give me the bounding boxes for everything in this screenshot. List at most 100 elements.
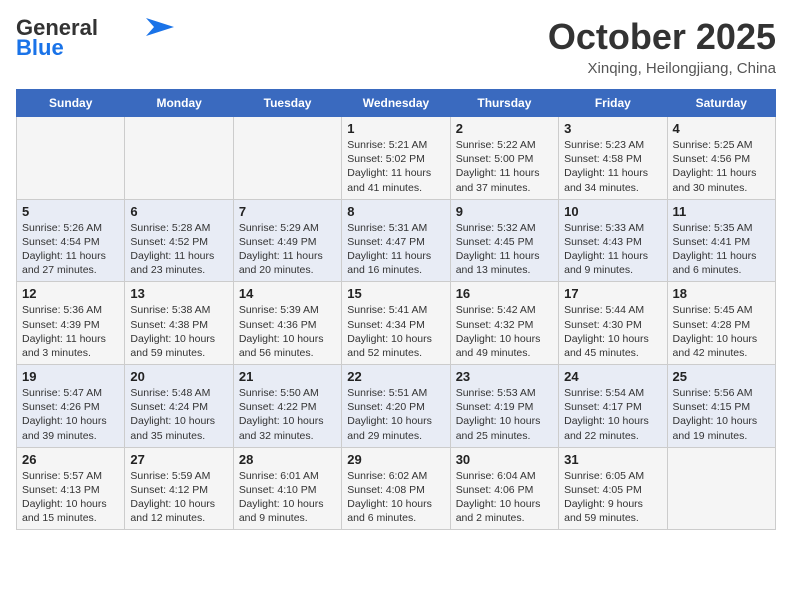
day-number: 25 [673,369,770,384]
day-number: 18 [673,286,770,301]
page-header: General Blue October 2025 Xinqing, Heilo… [16,16,776,77]
day-number: 30 [456,452,553,467]
day-info: Sunrise: 5:59 AM Sunset: 4:12 PM Dayligh… [130,469,227,526]
day-info: Sunrise: 5:53 AM Sunset: 4:19 PM Dayligh… [456,386,553,443]
day-info: Sunrise: 5:39 AM Sunset: 4:36 PM Dayligh… [239,303,336,360]
day-number: 6 [130,204,227,219]
calendar-cell: 13Sunrise: 5:38 AM Sunset: 4:38 PM Dayli… [125,282,233,365]
calendar-cell: 11 Sunrise: 5:35 AM Sunset: 4:41 PM Dayli… [667,199,775,282]
calendar-cell: 2 Sunrise: 5:22 AM Sunset: 5:00 PM Daylig… [450,117,558,200]
logo-icon [146,18,174,36]
day-number: 20 [130,369,227,384]
day-info: Sunrise: 5:31 AM Sunset: 4:47 PM Dayligh… [347,221,444,278]
calendar-week-row: 1 Sunrise: 5:21 AM Sunset: 5:02 PM Daylig… [17,117,776,200]
day-number: 15 [347,286,444,301]
day-number: 29 [347,452,444,467]
calendar-cell: 4Sunrise: 5:25 AM Sunset: 4:56 PM Daylig… [667,117,775,200]
calendar-week-row: 5 Sunrise: 5:26 AM Sunset: 4:54 PM Daylig… [17,199,776,282]
calendar-cell: 14 Sunrise: 5:39 AM Sunset: 4:36 PM Dayli… [233,282,341,365]
calendar-cell: 26Sunrise: 5:57 AM Sunset: 4:13 PM Dayli… [17,447,125,530]
day-number: 24 [564,369,661,384]
day-number: 3 [564,121,661,136]
day-number: 19 [22,369,119,384]
col-header-friday: Friday [559,90,667,117]
col-header-monday: Monday [125,90,233,117]
day-number: 8 [347,204,444,219]
day-number: 23 [456,369,553,384]
calendar-cell: 1 Sunrise: 5:21 AM Sunset: 5:02 PM Daylig… [342,117,450,200]
title-block: October 2025 Xinqing, Heilongjiang, Chin… [548,16,776,77]
calendar-cell: 29Sunrise: 6:02 AM Sunset: 4:08 PM Dayli… [342,447,450,530]
calendar-cell: 6 Sunrise: 5:28 AM Sunset: 4:52 PM Daylig… [125,199,233,282]
calendar-cell: 22 Sunrise: 5:51 AM Sunset: 4:20 PM Dayli… [342,365,450,448]
day-number: 5 [22,204,119,219]
day-number: 17 [564,286,661,301]
day-info: Sunrise: 5:25 AM Sunset: 4:56 PM Dayligh… [673,138,770,195]
day-info: Sunrise: 5:54 AM Sunset: 4:17 PM Dayligh… [564,386,661,443]
calendar-cell: 31 Sunrise: 6:05 AM Sunset: 4:05 PM Dayli… [559,447,667,530]
day-info: Sunrise: 6:05 AM Sunset: 4:05 PM Dayligh… [564,469,661,526]
calendar-cell [125,117,233,200]
col-header-tuesday: Tuesday [233,90,341,117]
day-number: 28 [239,452,336,467]
day-number: 22 [347,369,444,384]
calendar-cell: 15 Sunrise: 5:41 AM Sunset: 4:34 PM Dayli… [342,282,450,365]
calendar-cell: 24 Sunrise: 5:54 AM Sunset: 4:17 PM Dayli… [559,365,667,448]
calendar-cell [667,447,775,530]
calendar-cell: 12 Sunrise: 5:36 AM Sunset: 4:39 PM Dayli… [17,282,125,365]
day-number: 1 [347,121,444,136]
calendar-week-row: 26Sunrise: 5:57 AM Sunset: 4:13 PM Dayli… [17,447,776,530]
day-number: 7 [239,204,336,219]
day-info: Sunrise: 5:51 AM Sunset: 4:20 PM Dayligh… [347,386,444,443]
day-info: Sunrise: 6:01 AM Sunset: 4:10 PM Dayligh… [239,469,336,526]
day-number: 12 [22,286,119,301]
day-info: Sunrise: 5:56 AM Sunset: 4:15 PM Dayligh… [673,386,770,443]
calendar-cell: 7 Sunrise: 5:29 AM Sunset: 4:49 PM Daylig… [233,199,341,282]
day-info: Sunrise: 5:57 AM Sunset: 4:13 PM Dayligh… [22,469,119,526]
col-header-sunday: Sunday [17,90,125,117]
calendar-cell: 3Sunrise: 5:23 AM Sunset: 4:58 PM Daylig… [559,117,667,200]
calendar-cell: 9Sunrise: 5:32 AM Sunset: 4:45 PM Daylig… [450,199,558,282]
calendar-cell: 8 Sunrise: 5:31 AM Sunset: 4:47 PM Daylig… [342,199,450,282]
day-info: Sunrise: 5:21 AM Sunset: 5:02 PM Dayligh… [347,138,444,195]
day-info: Sunrise: 6:04 AM Sunset: 4:06 PM Dayligh… [456,469,553,526]
calendar-cell: 28 Sunrise: 6:01 AM Sunset: 4:10 PM Dayli… [233,447,341,530]
month-year-title: October 2025 [548,16,776,58]
calendar-cell: 5 Sunrise: 5:26 AM Sunset: 4:54 PM Daylig… [17,199,125,282]
calendar-week-row: 12 Sunrise: 5:36 AM Sunset: 4:39 PM Dayli… [17,282,776,365]
calendar-cell: 16 Sunrise: 5:42 AM Sunset: 4:32 PM Dayli… [450,282,558,365]
calendar-cell: 30 Sunrise: 6:04 AM Sunset: 4:06 PM Dayli… [450,447,558,530]
col-header-thursday: Thursday [450,90,558,117]
day-info: Sunrise: 5:42 AM Sunset: 4:32 PM Dayligh… [456,303,553,360]
day-info: Sunrise: 5:28 AM Sunset: 4:52 PM Dayligh… [130,221,227,278]
calendar-cell: 23 Sunrise: 5:53 AM Sunset: 4:19 PM Dayli… [450,365,558,448]
logo: General Blue [16,16,174,60]
day-number: 13 [130,286,227,301]
day-info: Sunrise: 5:33 AM Sunset: 4:43 PM Dayligh… [564,221,661,278]
day-info: Sunrise: 5:45 AM Sunset: 4:28 PM Dayligh… [673,303,770,360]
calendar-cell: 25 Sunrise: 5:56 AM Sunset: 4:15 PM Dayli… [667,365,775,448]
day-number: 16 [456,286,553,301]
day-info: Sunrise: 5:32 AM Sunset: 4:45 PM Dayligh… [456,221,553,278]
calendar-cell: 17Sunrise: 5:44 AM Sunset: 4:30 PM Dayli… [559,282,667,365]
day-info: Sunrise: 5:48 AM Sunset: 4:24 PM Dayligh… [130,386,227,443]
calendar-header-row: SundayMondayTuesdayWednesdayThursdayFrid… [17,90,776,117]
day-number: 11 [673,204,770,219]
calendar-cell: 19Sunrise: 5:47 AM Sunset: 4:26 PM Dayli… [17,365,125,448]
day-number: 14 [239,286,336,301]
day-info: Sunrise: 5:36 AM Sunset: 4:39 PM Dayligh… [22,303,119,360]
day-info: Sunrise: 5:41 AM Sunset: 4:34 PM Dayligh… [347,303,444,360]
calendar-cell: 20 Sunrise: 5:48 AM Sunset: 4:24 PM Dayli… [125,365,233,448]
day-number: 2 [456,121,553,136]
day-info: Sunrise: 5:22 AM Sunset: 5:00 PM Dayligh… [456,138,553,195]
location-subtitle: Xinqing, Heilongjiang, China [548,60,776,77]
day-number: 21 [239,369,336,384]
calendar-cell: 10Sunrise: 5:33 AM Sunset: 4:43 PM Dayli… [559,199,667,282]
day-info: Sunrise: 5:26 AM Sunset: 4:54 PM Dayligh… [22,221,119,278]
calendar-cell [17,117,125,200]
day-info: Sunrise: 5:29 AM Sunset: 4:49 PM Dayligh… [239,221,336,278]
calendar-cell: 27 Sunrise: 5:59 AM Sunset: 4:12 PM Dayli… [125,447,233,530]
day-number: 27 [130,452,227,467]
day-info: Sunrise: 5:35 AM Sunset: 4:41 PM Dayligh… [673,221,770,278]
day-number: 31 [564,452,661,467]
